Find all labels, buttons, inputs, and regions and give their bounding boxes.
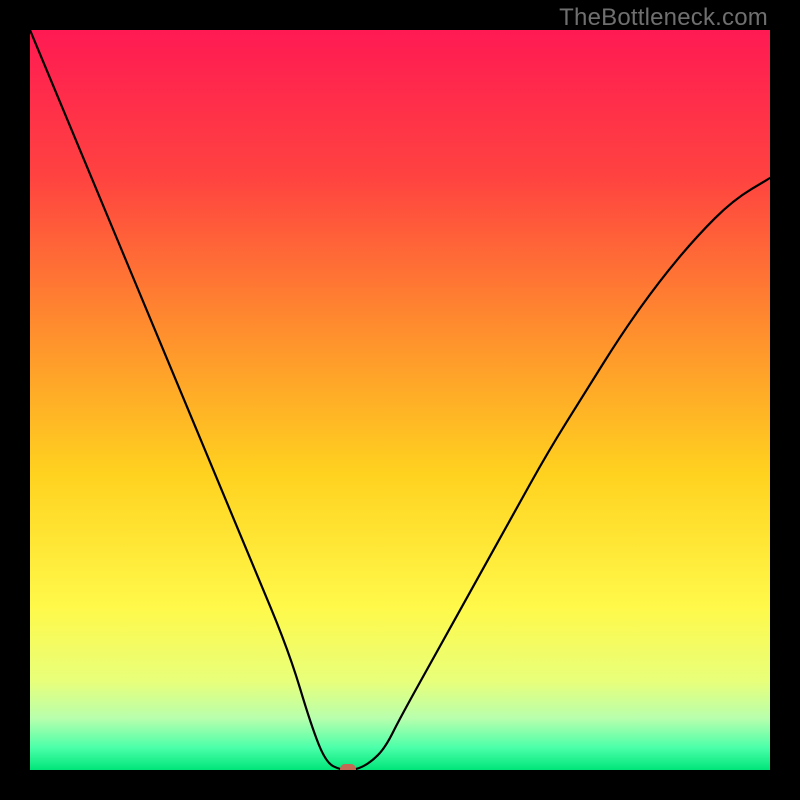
watermark-text: TheBottleneck.com <box>559 4 768 32</box>
plot-area <box>30 30 770 770</box>
bottleneck-curve <box>30 30 770 770</box>
chart-frame: TheBottleneck.com <box>0 0 800 800</box>
optimum-marker <box>340 764 356 770</box>
